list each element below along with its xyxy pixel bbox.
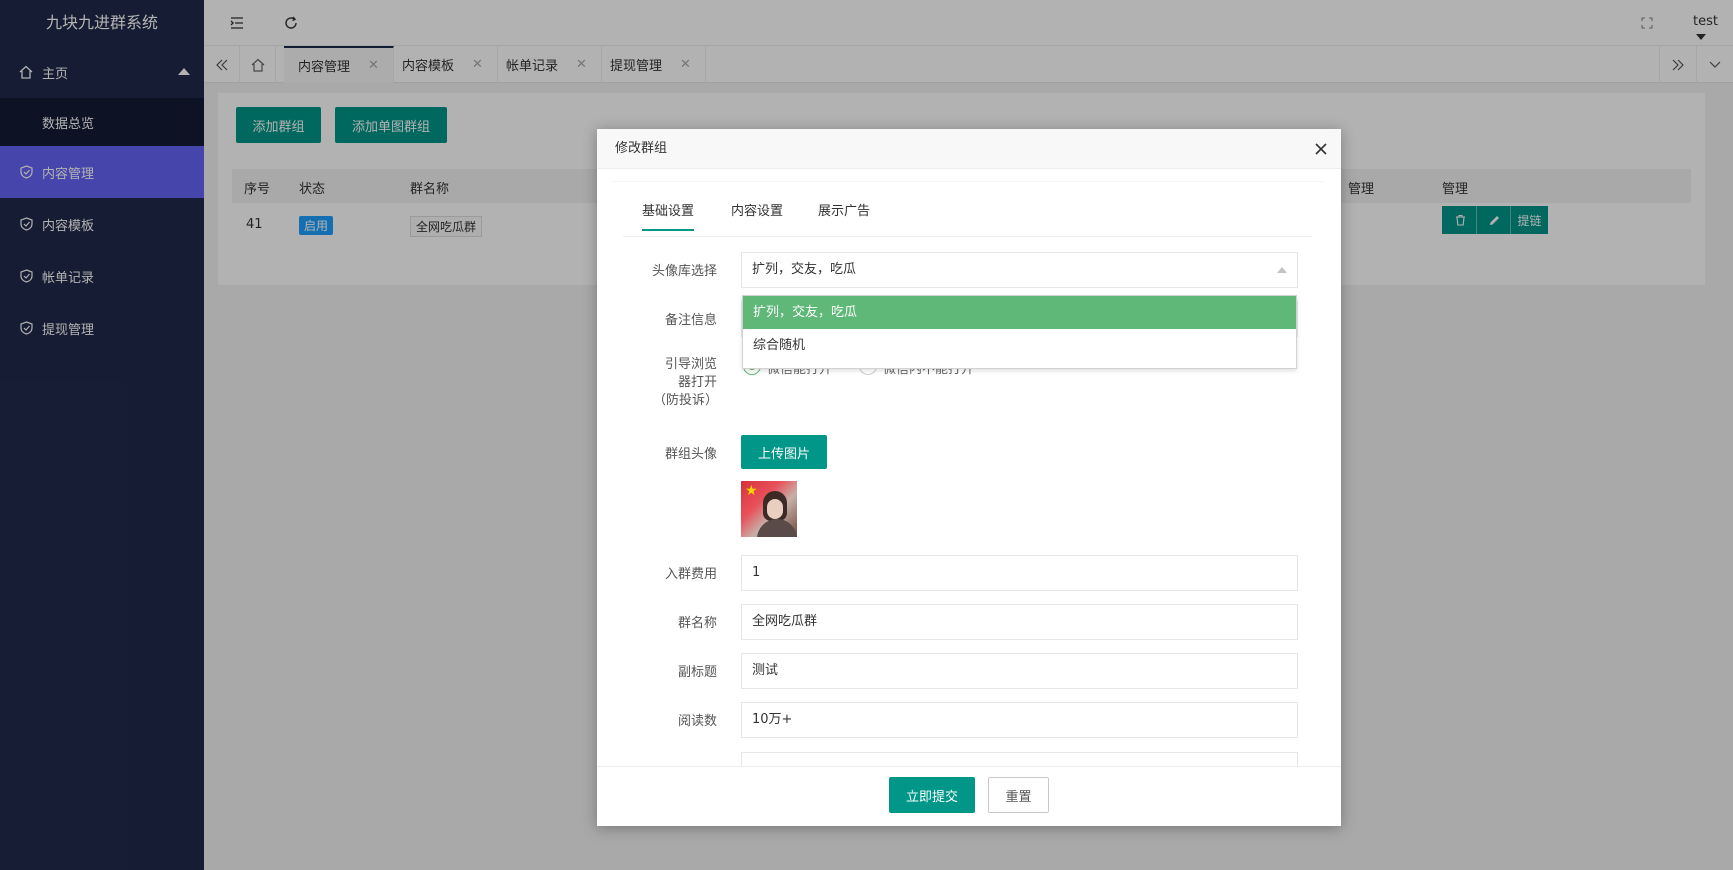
dropdown-option[interactable]: 扩列，交友，吃瓜 — [743, 296, 1296, 329]
group-name-input[interactable]: 全网吃瓜群 — [741, 604, 1298, 640]
edit-group-modal: 修改群组 基础设置 内容设置 展示广告 头像库选择 扩列，交友，吃瓜 扩列，交友… — [597, 129, 1341, 826]
upload-image-button[interactable]: 上传图片 — [741, 435, 827, 469]
note-label: 备注信息 — [664, 313, 717, 328]
reads-input[interactable]: 10万+ — [741, 702, 1298, 738]
guide-browser-label: 引导浏览器打开（防投诉） — [653, 357, 719, 408]
group-avatar-label: 群组头像 — [664, 447, 717, 462]
reset-button[interactable]: 重置 — [988, 777, 1049, 813]
subtitle-input[interactable]: 测试 — [741, 653, 1298, 689]
avatar-lib-select[interactable]: 扩列，交友，吃瓜 — [741, 252, 1298, 288]
fee-label: 入群费用 — [664, 567, 717, 582]
modal-title: 修改群组 — [597, 129, 1341, 169]
dropdown-option[interactable]: 综合随机 — [743, 329, 1296, 362]
caret-up-icon — [1277, 267, 1287, 273]
close-icon[interactable] — [1315, 139, 1327, 160]
tab-basic-settings[interactable]: 基础设置 — [642, 200, 695, 231]
modal-footer: 立即提交 重置 — [597, 766, 1341, 826]
group-name-label: 群名称 — [677, 616, 717, 631]
avatar-lib-label: 头像库选择 — [651, 264, 717, 279]
fee-input[interactable]: 1 — [741, 555, 1298, 591]
tab-ad-settings[interactable]: 展示广告 — [818, 200, 870, 219]
tab-content-settings[interactable]: 内容设置 — [731, 200, 783, 219]
avatar-lib-value: 扩列，交友，吃瓜 — [752, 262, 857, 277]
reads-label: 阅读数 — [677, 714, 717, 729]
modal-body: 基础设置 内容设置 展示广告 头像库选择 扩列，交友，吃瓜 扩列，交友，吃瓜 综… — [611, 181, 1324, 766]
star-icon: ★ — [745, 483, 758, 499]
subtitle-label: 副标题 — [677, 665, 717, 680]
avatar-lib-dropdown: 扩列，交友，吃瓜 综合随机 — [742, 295, 1297, 369]
tab-divider — [623, 236, 1312, 237]
submit-button[interactable]: 立即提交 — [889, 777, 975, 813]
group-avatar-image: ★ — [741, 481, 797, 537]
next-field-input[interactable] — [741, 752, 1298, 766]
